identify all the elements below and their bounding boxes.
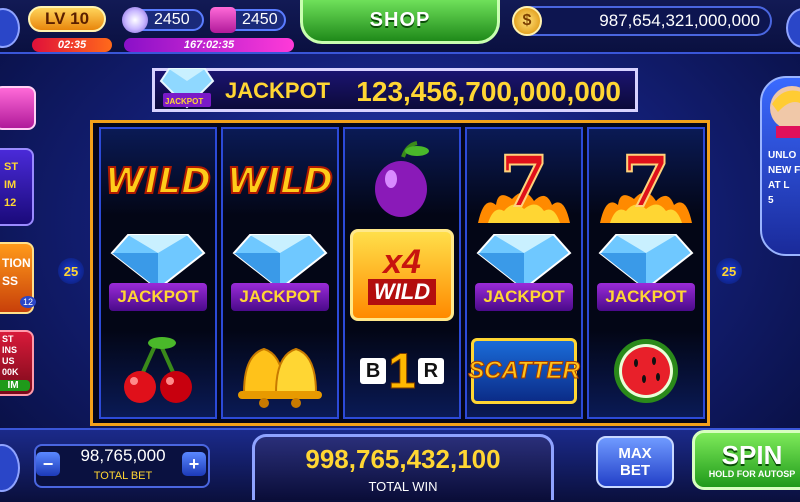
increase-bet-button[interactable]: + [182, 452, 206, 476]
minus-icon: − [42, 453, 54, 474]
watermelon-icon [614, 339, 678, 403]
total-win-label: TOTAL WIN [368, 479, 438, 494]
gem-counter-2[interactable]: 2450 [210, 7, 286, 33]
left-promo-4[interactable]: ST INS US 00K IM [0, 330, 34, 396]
total-win-value: 998,765,432,100 [305, 444, 501, 474]
diamond-icon [232, 234, 328, 291]
reel-4: 7 JACKPOT SCATTER [465, 127, 583, 419]
right-promo-text: UNLO NEW FE AT L 5 [768, 150, 800, 206]
gem-counter-1-value: 2450 [154, 11, 190, 28]
symbol-jackpot: JACKPOT [467, 227, 581, 323]
bar-1-tile: B 1 R [360, 342, 444, 400]
symbol-wild: WILD [223, 133, 337, 229]
plus-icon: + [188, 453, 200, 474]
spin-sublabel: HOLD FOR AUTOSP [708, 469, 796, 479]
symbol-cherry [101, 323, 215, 419]
spin-label: SPIN [721, 440, 783, 470]
right-promo[interactable]: UNLO NEW FE AT L 5 [760, 76, 800, 256]
seven-text: 7 [621, 139, 672, 224]
total-bet-label: TOTAL BET [93, 470, 153, 482]
symbol-x4-wild: x4 WILD [345, 227, 459, 323]
symbol-watermelon [589, 323, 703, 419]
x4-multiplier-text: x4 [383, 243, 421, 281]
gems-timer-text: 167:02:35 [183, 39, 235, 51]
plum-icon [375, 141, 429, 217]
bell-icon [238, 347, 322, 408]
reel-5: 7 JACKPOT [587, 127, 705, 419]
reel-2: WILD JACKPOT [221, 127, 339, 419]
scatter-tile: SCATTER [468, 338, 581, 404]
reel-1: WILD JACKPOT [99, 127, 217, 419]
coin-balance[interactable]: $ 987,654,321,000,000 [512, 6, 772, 36]
diamond-icon [476, 234, 572, 291]
symbol-bell [223, 323, 337, 419]
ticket-icon [210, 7, 236, 33]
gems-timer: 167:02:35 [124, 38, 294, 52]
left-promo-2-text: ST IM 12 [4, 161, 19, 209]
bar-b-text: B [360, 358, 387, 384]
scatter-text: SCATTER [468, 357, 581, 385]
symbol-jackpot: JACKPOT [223, 227, 337, 323]
symbol-wild: WILD [101, 133, 215, 229]
decrease-bet-button[interactable]: − [36, 452, 60, 476]
left-promo-2[interactable]: ST IM 12 [0, 148, 34, 226]
jackpot-ribbon: JACKPOT [475, 283, 573, 311]
character-avatar-icon [770, 86, 800, 138]
jackpot-badge: JACKPOT [165, 97, 204, 106]
level-label: LV 10 [44, 9, 90, 28]
reels-frame: WILD JACKPOT WILD JACKPOT x4 WILD B 1 R … [90, 120, 710, 426]
reel-3: x4 WILD B 1 R [343, 127, 461, 419]
symbol-1bar: B 1 R [345, 323, 459, 419]
jackpot-ribbon: JACKPOT [109, 283, 207, 311]
shop-button[interactable]: SHOP [300, 0, 500, 44]
symbol-plum [345, 133, 459, 229]
symbol-jackpot: JACKPOT [589, 227, 703, 323]
symbol-seven: 7 [589, 133, 703, 229]
jackpot-ribbon: JACKPOT [597, 283, 695, 311]
symbol-seven: 7 [467, 133, 581, 229]
spin-button[interactable]: SPIN HOLD FOR AUTOSP [692, 430, 800, 490]
gem-counter-1[interactable]: 2450 [122, 7, 204, 33]
payline-count-right: 25 [716, 258, 742, 284]
level-badge[interactable]: LV 10 [28, 6, 106, 32]
level-timer: 02:35 [32, 38, 112, 52]
wild-text: WILD [104, 160, 212, 203]
left-promo-4-text: ST INS US 00K [2, 334, 19, 377]
jackpot-label: JACKPOT [225, 78, 331, 103]
symbol-scatter: SCATTER [467, 323, 581, 419]
bar-1-text: 1 [388, 343, 417, 400]
pearl-icon [122, 7, 148, 33]
cherry-icon [124, 337, 192, 403]
bar-r-text: R [417, 358, 444, 384]
payline-count-left: 25 [58, 258, 84, 284]
max-bet-line2: BET [620, 462, 650, 479]
payline-right-text: 25 [721, 263, 737, 279]
left-promo-4-button: IM [0, 380, 30, 391]
wild-text: WILD [226, 160, 334, 203]
coin-icon: $ [512, 6, 542, 36]
max-bet-button[interactable]: MAX BET [596, 436, 674, 488]
x4-wild-text: WILD [367, 279, 437, 305]
x4-wild-tile: x4 WILD [350, 229, 454, 321]
payline-left-text: 25 [63, 263, 79, 279]
left-promo-3-text: TION SS [2, 256, 31, 288]
gift-button[interactable] [0, 86, 36, 130]
shop-label: SHOP [369, 9, 431, 31]
left-promo-3-badge: 12 [20, 296, 37, 308]
coin-balance-value: 987,654,321,000,000 [599, 11, 760, 30]
gem-counter-2-value: 2450 [242, 11, 278, 28]
seven-text: 7 [499, 139, 550, 224]
left-promo-3[interactable]: TION SS 12 [0, 242, 37, 314]
jackpot-banner: JACKPOT JACKPOT 123,456,700,000,000 [152, 68, 638, 112]
jackpot-ribbon: JACKPOT [231, 283, 329, 311]
diamond-icon [598, 234, 694, 291]
total-bet-value: 98,765,000 [80, 446, 166, 465]
symbol-jackpot: JACKPOT [101, 227, 215, 323]
max-bet-line1: MAX [618, 445, 652, 462]
jackpot-value: 123,456,700,000,000 [356, 76, 621, 107]
level-timer-text: 02:35 [57, 39, 87, 51]
diamond-icon [110, 234, 206, 291]
